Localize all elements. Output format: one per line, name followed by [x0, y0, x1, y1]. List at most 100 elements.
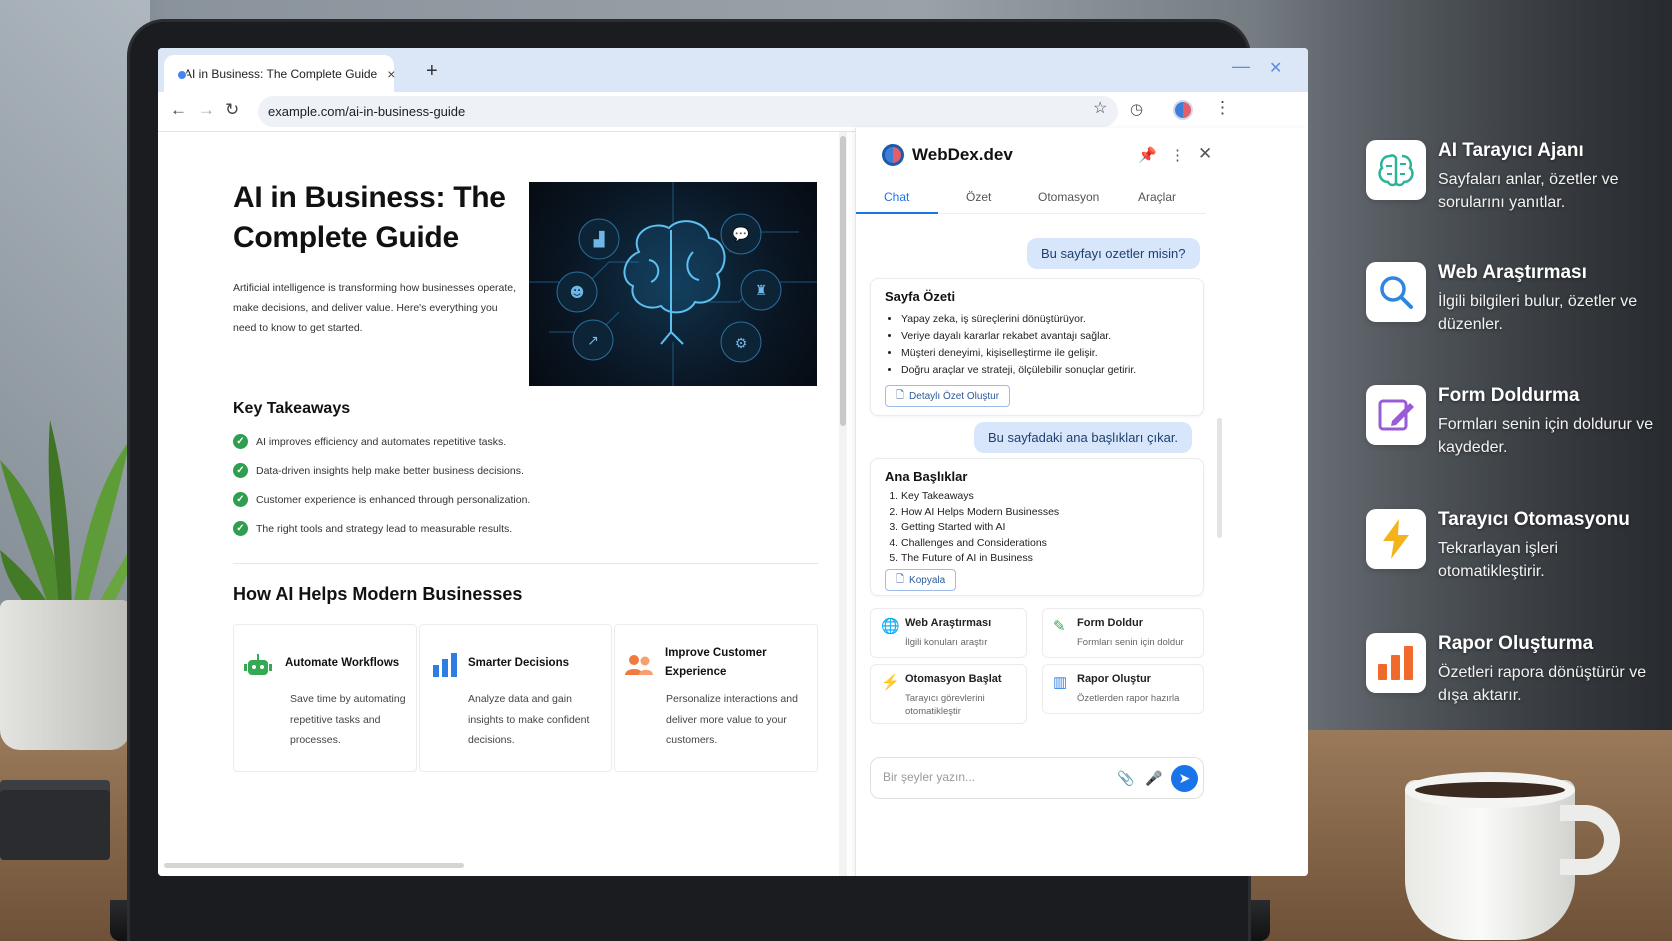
action-title: Otomasyon Başlat — [905, 673, 1002, 685]
headings-item: How AI Helps Modern Businesses — [901, 505, 1059, 521]
tab-otomasyon[interactable]: Otomasyon — [1038, 190, 1099, 204]
svg-text:▟: ▟ — [593, 230, 605, 248]
plant-pot — [0, 600, 130, 750]
feature-web-research: Web Araştırması İlgili bilgileri bulur, … — [1366, 262, 1666, 362]
feature-card-decisions[interactable]: Smarter Decisions Analyze data and gain … — [419, 624, 612, 772]
feature-form-fill: Form Doldurma Formları senin için doldur… — [1366, 385, 1666, 485]
microphone-icon[interactable]: 🎤 — [1145, 770, 1162, 787]
automation-action[interactable]: ⚡ Otomasyon Başlat Tarayıcı görevlerini … — [870, 664, 1027, 724]
forward-arrow-icon[interactable]: → — [198, 100, 215, 120]
page-title: AI in Business: The Complete Guide — [233, 181, 506, 254]
address-bar[interactable]: example.com/ai-in-business-guide — [258, 96, 1118, 127]
copy-icon: 🗋 — [896, 573, 905, 585]
headings-response: Ana Başlıklar Key Takeaways How AI Helps… — [870, 458, 1204, 596]
more-options-icon[interactable]: ⋮ — [1170, 146, 1185, 164]
panel-tabs: Chat Özet Otomasyon Araçlar — [856, 180, 1206, 214]
tab-close-icon[interactable]: × — [387, 66, 395, 82]
webdex-extension-icon[interactable] — [1173, 100, 1193, 120]
check-circle-icon: ✓ — [233, 521, 248, 536]
attach-icon[interactable]: 📎 — [1117, 770, 1134, 787]
key-takeaways-heading: Key Takeaways — [233, 400, 351, 417]
globe-icon: 🌐 — [881, 618, 900, 635]
people-icon — [625, 655, 653, 675]
svg-text:💬: 💬 — [732, 226, 750, 243]
new-tab-button[interactable]: + — [426, 60, 438, 83]
feature-ai-agent: AI Tarayıcı Ajanı Sayfaları anlar, özetl… — [1366, 140, 1666, 240]
send-button[interactable]: ➤ — [1171, 765, 1198, 792]
hero-image: ▟ 💬 ☻ ♜ ↗ ⚙ — [529, 182, 817, 386]
minimize-icon[interactable]: — — [1232, 56, 1250, 77]
tab-ozet[interactable]: Özet — [966, 190, 991, 204]
takeaway-text: The right tools and strategy lead to mea… — [256, 522, 513, 535]
search-icon — [1366, 262, 1426, 322]
card-title: Smarter Decisions — [468, 657, 569, 669]
coffee-cup-rim — [1405, 772, 1575, 808]
form-fill-action[interactable]: ✎ Form Doldur Formları senin için doldur — [1042, 608, 1204, 658]
edit-icon — [1366, 385, 1426, 445]
summary-item: Müşteri deneyimi, kişiselleştirme ile ge… — [901, 345, 1136, 362]
history-icon[interactable]: ◷ — [1130, 100, 1143, 118]
headings-item: Getting Started with AI — [901, 520, 1059, 536]
takeaway-text: Customer experience is enhanced through … — [256, 493, 531, 506]
chat-input[interactable] — [883, 770, 1103, 784]
summary-item: Veriye dayalı kararlar rekabet avantajı … — [901, 328, 1136, 345]
close-icon[interactable]: ✕ — [1198, 144, 1212, 164]
summary-item: Yapay zeka, iş süreçlerini dönüştürüyor. — [901, 311, 1136, 328]
active-tab-indicator — [856, 212, 938, 214]
panel-scrollbar[interactable] — [1217, 418, 1222, 538]
webdex-side-panel: WebDex.dev 📌 ⋮ ✕ Chat Özet Otomasyon Ara… — [855, 128, 1308, 876]
headings-item: Key Takeaways — [901, 489, 1059, 505]
action-subtitle: Formları senin için doldur — [1077, 637, 1184, 648]
pin-icon[interactable]: 📌 — [1138, 146, 1157, 164]
section-heading: How AI Helps Modern Businesses — [233, 584, 523, 604]
notebook — [0, 790, 110, 860]
url-text: example.com/ai-in-business-guide — [268, 104, 466, 119]
feature-card-automate[interactable]: Automate Workflows Save time by automati… — [233, 624, 417, 772]
feature-title: Rapor Oluşturma — [1438, 633, 1594, 654]
takeaway-item: ✓ Data-driven insights help make better b… — [233, 463, 524, 478]
browser-window: AI in Business: The Complete Guide × + —… — [158, 48, 1308, 876]
send-icon: ➤ — [1178, 770, 1191, 786]
window-close-icon[interactable]: ✕ — [1269, 58, 1282, 78]
brain-icon — [1366, 140, 1426, 200]
browser-tab[interactable]: AI in Business: The Complete Guide × — [164, 55, 395, 92]
tab-chat[interactable]: Chat — [884, 190, 909, 204]
takeaway-text: Data-driven insights help make better bu… — [256, 464, 524, 477]
tab-araclar[interactable]: Araçlar — [1138, 190, 1176, 204]
check-circle-icon: ✓ — [233, 492, 248, 507]
card-text: Analyze data and gain insights to make c… — [468, 693, 590, 746]
summary-response: Sayfa Özeti Yapay zeka, iş süreçlerini d… — [870, 278, 1204, 416]
web-research-action[interactable]: 🌐 Web Araştırması İlgili konuları araştı… — [870, 608, 1027, 658]
takeaway-item: ✓ Customer experience is enhanced through… — [233, 492, 530, 507]
browser-menu-icon[interactable]: ⋮ — [1214, 98, 1231, 118]
copy-button[interactable]: 🗋 Kopyala — [885, 569, 957, 591]
pencil-icon: ✎ — [1053, 618, 1066, 635]
report-action[interactable]: ▥ Rapor Oluştur Özetlerden rapor hazırla — [1042, 664, 1204, 714]
headings-heading: Ana Başlıklar — [885, 469, 968, 484]
action-subtitle: İlgili konuları araştır — [905, 637, 988, 648]
back-arrow-icon[interactable]: ← — [170, 100, 187, 120]
user-message: Bu sayfadaki ana başlıkları çıkar. — [974, 422, 1193, 453]
browser-toolbar: ← → ↻ example.com/ai-in-business-guide ☆… — [158, 92, 1308, 132]
document-icon: 🗋 — [896, 389, 905, 401]
detailed-summary-button[interactable]: 🗋 Detaylı Özet Oluştur — [885, 385, 1011, 407]
horizontal-scrollbar[interactable] — [164, 863, 464, 868]
panel-title: WebDex.dev — [912, 145, 1013, 164]
report-icon: ▥ — [1053, 674, 1068, 691]
feature-card-customer[interactable]: Improve Customer Experience Personalize … — [614, 624, 818, 772]
headings-item: The Future of AI in Business — [901, 551, 1059, 567]
reload-icon[interactable]: ↻ — [225, 100, 239, 120]
feature-desc: İlgili bilgileri bulur, özetler ve düzen… — [1438, 293, 1638, 333]
takeaway-item: ✓ The right tools and strategy lead to me… — [233, 521, 512, 536]
headings-list: Key Takeaways How AI Helps Modern Busine… — [901, 489, 1059, 567]
takeaway-item: ✓ AI improves efficiency and automates re… — [233, 434, 506, 449]
feature-desc: Sayfaları anlar, özetler ve sorularını y… — [1438, 171, 1619, 211]
summary-list: Yapay zeka, iş süreçlerini dönüştürüyor.… — [901, 311, 1136, 379]
page-scrollbar[interactable] — [839, 132, 847, 876]
lightning-icon — [1366, 509, 1426, 569]
bookmark-star-icon[interactable]: ☆ — [1093, 98, 1107, 118]
lightning-icon: ⚡ — [881, 674, 900, 691]
card-title: Automate Workflows — [285, 657, 400, 669]
bar-chart-icon — [1366, 633, 1426, 693]
feature-title: Tarayıcı Otomasyonu — [1438, 509, 1630, 530]
